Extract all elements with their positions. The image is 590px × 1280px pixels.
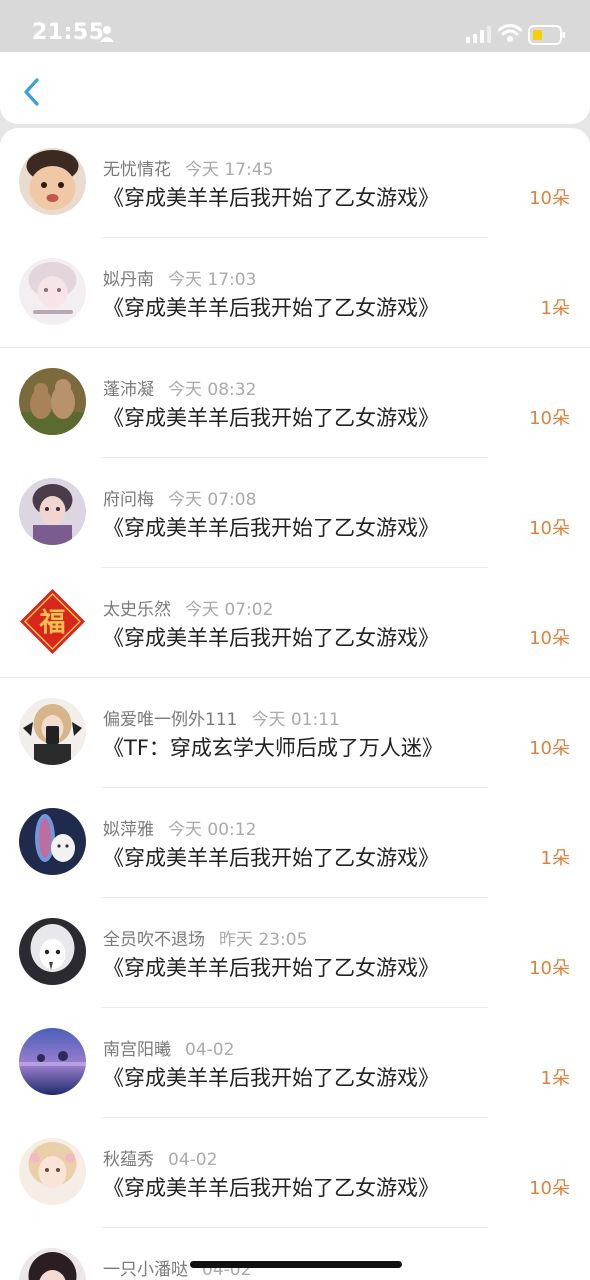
list-item[interactable]: 姒丹南 今天 17:03 《穿成美羊羊后我开始了乙女游戏》 1朵 xyxy=(0,238,590,348)
avatar[interactable] xyxy=(19,148,86,215)
timestamp: 04-02 xyxy=(168,1150,218,1170)
avatar[interactable] xyxy=(19,368,86,435)
timestamp: 04-02 xyxy=(185,1040,235,1060)
timestamp: 今天 07:02 xyxy=(185,600,274,620)
gift-record-list: 无忧情花 今天 17:45 《穿成美羊羊后我开始了乙女游戏》 10朵 姒丹南 今天 … xyxy=(0,128,590,1280)
row-meta: 南宫阳曦 04-02 xyxy=(103,1035,234,1060)
row-meta: 秋蕴秀 04-02 xyxy=(103,1145,217,1170)
timestamp: 今天 00:12 xyxy=(168,820,257,840)
flower-count: 10朵 xyxy=(529,628,570,649)
avatar[interactable] xyxy=(19,478,86,545)
row-meta: 偏爱唯一例外111 今天 01:11 xyxy=(103,705,340,730)
flower-count: 1朵 xyxy=(540,848,570,869)
list-item[interactable]: 全员吹不退场 昨天 23:05 《穿成美羊羊后我开始了乙女游戏》 10朵 xyxy=(0,898,590,1008)
flower-count: 10朵 xyxy=(529,188,570,209)
list-item[interactable]: 府问梅 今天 07:08 《穿成美羊羊后我开始了乙女游戏》 10朵 xyxy=(0,458,590,568)
user-name[interactable]: 一只小潘哒 xyxy=(103,1260,188,1280)
book-title[interactable]: 《穿成美羊羊后我开始了乙女游戏》 xyxy=(103,1172,439,1202)
battery-icon xyxy=(528,25,566,49)
list-item[interactable]: 无忧情花 今天 17:45 《穿成美羊羊后我开始了乙女游戏》 10朵 xyxy=(0,128,590,238)
book-title[interactable]: 《穿成美羊羊后我开始了乙女游戏》 xyxy=(103,1062,439,1092)
list-item[interactable]: 南宫阳曦 04-02 《穿成美羊羊后我开始了乙女游戏》 1朵 xyxy=(0,1008,590,1118)
user-name[interactable]: 太史乐然 xyxy=(103,600,171,620)
avatar[interactable] xyxy=(19,808,86,875)
signal-icon xyxy=(466,26,492,47)
book-title[interactable]: 《穿成美羊羊后我开始了乙女游戏》 xyxy=(103,402,439,432)
flower-count: 10朵 xyxy=(529,1178,570,1199)
timestamp: 今天 07:08 xyxy=(168,490,257,510)
person-icon xyxy=(99,25,115,47)
book-title[interactable]: 《穿成美羊羊后我开始了乙女游戏》 xyxy=(103,952,439,982)
book-title[interactable]: 《穿成美羊羊后我开始了乙女游戏》 xyxy=(103,292,439,322)
avatar[interactable] xyxy=(19,1028,86,1095)
avatar[interactable]: 福 xyxy=(19,588,86,655)
home-indicator[interactable] xyxy=(190,1261,402,1268)
timestamp: 昨天 23:05 xyxy=(219,930,308,950)
timestamp: 今天 17:03 xyxy=(168,270,257,290)
user-name[interactable]: 无忧情花 xyxy=(103,160,171,180)
status-bar: 21:55 xyxy=(0,0,590,52)
row-meta: 姒萍雅 今天 00:12 xyxy=(103,815,256,840)
user-name[interactable]: 府问梅 xyxy=(103,490,154,510)
book-title[interactable]: 《穿成美羊羊后我开始了乙女游戏》 xyxy=(103,622,439,652)
row-meta: 蓬沛凝 今天 08:32 xyxy=(103,375,256,400)
flower-count: 1朵 xyxy=(540,1068,570,1089)
row-meta: 太史乐然 今天 07:02 xyxy=(103,595,273,620)
status-time: 21:55 xyxy=(32,20,105,45)
list-item[interactable]: 偏爱唯一例外111 今天 01:11 《TF：穿成玄学大师后成了万人迷》 10朵 xyxy=(0,678,590,788)
list-item[interactable]: 一只小潘哒 04-02 xyxy=(0,1228,590,1280)
user-name[interactable]: 偏爱唯一例外111 xyxy=(103,710,237,730)
list-item[interactable]: 福 太史乐然 今天 07:02 《穿成美羊羊后我开始了乙女游戏》 10朵 xyxy=(0,568,590,678)
avatar[interactable] xyxy=(19,698,86,765)
user-name[interactable]: 全员吹不退场 xyxy=(103,930,205,950)
fu-character: 福 xyxy=(38,608,65,638)
chevron-left-icon xyxy=(24,78,39,106)
row-meta: 姒丹南 今天 17:03 xyxy=(103,265,256,290)
timestamp: 今天 17:45 xyxy=(185,160,274,180)
flower-count: 10朵 xyxy=(529,958,570,979)
avatar[interactable] xyxy=(19,918,86,985)
avatar[interactable] xyxy=(19,258,86,325)
avatar[interactable] xyxy=(19,1138,86,1205)
book-title[interactable]: 《TF：穿成玄学大师后成了万人迷》 xyxy=(103,732,443,762)
timestamp: 今天 08:32 xyxy=(168,380,257,400)
user-name[interactable]: 南宫阳曦 xyxy=(103,1040,171,1060)
user-name[interactable]: 姒丹南 xyxy=(103,270,154,290)
wifi-icon xyxy=(497,24,523,47)
flower-count: 10朵 xyxy=(529,408,570,429)
list-item[interactable]: 姒萍雅 今天 00:12 《穿成美羊羊后我开始了乙女游戏》 1朵 xyxy=(0,788,590,898)
row-meta: 无忧情花 今天 17:45 xyxy=(103,155,273,180)
back-button[interactable] xyxy=(18,74,48,110)
book-title[interactable]: 《穿成美羊羊后我开始了乙女游戏》 xyxy=(103,182,439,212)
book-title[interactable]: 《穿成美羊羊后我开始了乙女游戏》 xyxy=(103,842,439,872)
flower-count: 10朵 xyxy=(529,518,570,539)
avatar[interactable] xyxy=(19,1248,86,1280)
list-item[interactable]: 蓬沛凝 今天 08:32 《穿成美羊羊后我开始了乙女游戏》 10朵 xyxy=(0,348,590,458)
user-name[interactable]: 秋蕴秀 xyxy=(103,1150,154,1170)
nav-bar xyxy=(0,52,590,124)
row-meta: 全员吹不退场 昨天 23:05 xyxy=(103,925,307,950)
flower-count: 10朵 xyxy=(529,738,570,759)
flower-count: 1朵 xyxy=(540,298,570,319)
timestamp: 今天 01:11 xyxy=(251,710,340,730)
book-title[interactable]: 《穿成美羊羊后我开始了乙女游戏》 xyxy=(103,512,439,542)
list-item[interactable]: 秋蕴秀 04-02 《穿成美羊羊后我开始了乙女游戏》 10朵 xyxy=(0,1118,590,1228)
user-name[interactable]: 姒萍雅 xyxy=(103,820,154,840)
row-meta: 府问梅 今天 07:08 xyxy=(103,485,256,510)
user-name[interactable]: 蓬沛凝 xyxy=(103,380,154,400)
